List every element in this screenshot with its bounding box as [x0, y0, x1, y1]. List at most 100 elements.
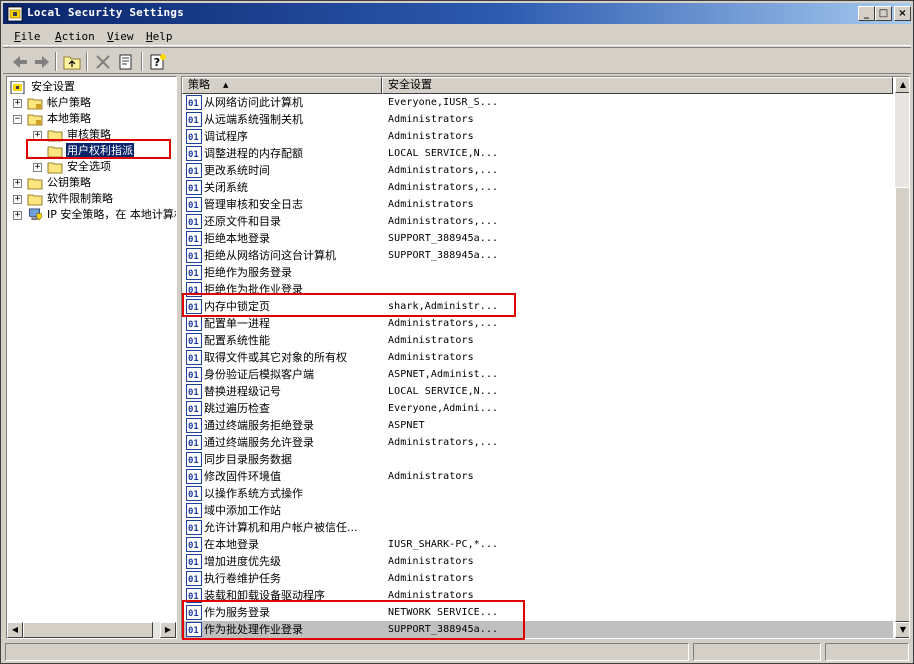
column-header-policy[interactable]: 策略 ▲: [182, 77, 382, 94]
expand-icon[interactable]: +: [33, 163, 42, 172]
column-header-setting[interactable]: 安全设置: [382, 77, 893, 94]
policy-name: 替换进程级记号: [204, 385, 281, 398]
policy-name: 执行卷维护任务: [204, 572, 281, 585]
policy-icon: 01: [186, 163, 202, 178]
policy-name: 从网络访问此计算机: [204, 96, 303, 109]
delete-icon[interactable]: [92, 52, 114, 72]
folder-icon: [27, 194, 43, 206]
scroll-up-button[interactable]: ▲: [895, 77, 909, 93]
scroll-left-button[interactable]: ◀: [7, 622, 23, 638]
computer-shield-icon: [29, 208, 42, 221]
folder-icon: [27, 178, 43, 190]
table-row[interactable]: 01 拒绝从网络访问这台计算机 SUPPORT_388945a...: [182, 247, 893, 264]
help-icon[interactable]: ?: [147, 52, 169, 72]
policy-icon: 01: [186, 333, 202, 348]
column-header-label: 安全设置: [388, 78, 432, 91]
table-row[interactable]: 01 取得文件或其它对象的所有权 Administrators: [182, 349, 893, 366]
policy-name: 管理审核和安全日志: [204, 198, 303, 211]
expand-icon[interactable]: +: [13, 211, 22, 220]
svg-text:01: 01: [188, 473, 199, 483]
minimize-button[interactable]: _: [858, 6, 875, 21]
policy-name: 调试程序: [204, 130, 248, 143]
security-setting: Administrators: [388, 335, 474, 346]
policy-icon: 01: [186, 537, 202, 552]
policy-name: 通过终端服务允许登录: [204, 436, 314, 449]
scroll-right-button[interactable]: ▶: [160, 622, 176, 638]
menu-view[interactable]: View: [107, 30, 134, 43]
table-row[interactable]: 01 以操作系统方式操作: [182, 485, 893, 502]
scroll-down-button[interactable]: ▼: [895, 622, 909, 638]
maximize-button[interactable]: □: [875, 6, 892, 21]
properties-icon[interactable]: [115, 52, 137, 72]
forward-arrow-icon[interactable]: [31, 52, 53, 72]
table-row[interactable]: 01 通过终端服务拒绝登录 ASPNET: [182, 417, 893, 434]
table-row[interactable]: 01 拒绝作为服务登录: [182, 264, 893, 281]
svg-text:01: 01: [188, 439, 199, 449]
menu-action[interactable]: Action: [55, 30, 95, 43]
svg-text:01: 01: [188, 201, 199, 211]
table-row[interactable]: 01 管理审核和安全日志 Administrators: [182, 196, 893, 213]
svg-text:01: 01: [188, 405, 199, 415]
svg-text:01: 01: [188, 354, 199, 364]
table-row[interactable]: 01 替换进程级记号 LOCAL SERVICE,N...: [182, 383, 893, 400]
table-row[interactable]: 01 通过终端服务允许登录 Administrators,...: [182, 434, 893, 451]
tree-pane[interactable]: 安全设置 + 帐户策略 − 本地策略 + 审核策略 用户权利指派 + 安全选项: [6, 76, 177, 639]
expand-icon[interactable]: +: [13, 99, 22, 108]
policy-name: 通过终端服务拒绝登录: [204, 419, 314, 432]
security-setting: ASPNET: [388, 420, 425, 431]
table-row[interactable]: 01 修改固件环境值 Administrators: [182, 468, 893, 485]
status-bar: [3, 642, 911, 662]
back-arrow-icon[interactable]: [9, 52, 31, 72]
scroll-thumb[interactable]: [23, 622, 153, 638]
close-button[interactable]: ×: [894, 6, 911, 21]
table-row[interactable]: 01 配置系统性能 Administrators: [182, 332, 893, 349]
security-setting: LOCAL SERVICE,N...: [388, 386, 499, 397]
tree-horizontal-scrollbar[interactable]: ◀ ▶: [7, 622, 176, 638]
scroll-thumb[interactable]: [895, 187, 909, 622]
policy-name: 取得文件或其它对象的所有权: [204, 351, 347, 364]
table-row[interactable]: 01 在本地登录 IUSR_SHARK-PC,*...: [182, 536, 893, 553]
table-row[interactable]: 01 同步目录服务数据: [182, 451, 893, 468]
policy-icon: 01: [186, 367, 202, 382]
tree-label: 公钥策略: [47, 176, 91, 189]
table-row[interactable]: 01 身份验证后模拟客户端 ASPNET,Administ...: [182, 366, 893, 383]
svg-text:01: 01: [188, 524, 199, 534]
menu-file[interactable]: File: [14, 30, 41, 43]
table-row[interactable]: 01 调整进程的内存配额 LOCAL SERVICE,N...: [182, 145, 893, 162]
policy-list-pane[interactable]: 策略 ▲ 安全设置 01 从网络访问此计算机 Everyone,IUSR_S... 0…: [181, 76, 910, 639]
svg-text:01: 01: [188, 218, 199, 228]
status-cell: [693, 643, 821, 661]
menu-help[interactable]: Help: [146, 30, 173, 43]
vertical-scrollbar[interactable]: ▲ ▼: [895, 77, 909, 638]
up-folder-icon[interactable]: [61, 52, 83, 72]
table-row[interactable]: 01 更改系统时间 Administrators,...: [182, 162, 893, 179]
window-title: Local Security Settings: [27, 6, 184, 19]
collapse-icon[interactable]: −: [13, 115, 22, 124]
table-row[interactable]: 01 执行卷维护任务 Administrators: [182, 570, 893, 587]
security-setting: ASPNET,Administ...: [388, 369, 499, 380]
table-row[interactable]: 01 域中添加工作站: [182, 502, 893, 519]
table-row[interactable]: 01 拒绝本地登录 SUPPORT_388945a...: [182, 230, 893, 247]
security-settings-icon: [10, 81, 25, 94]
table-row[interactable]: 01 允许计算机和用户帐户被信任...: [182, 519, 893, 536]
expand-icon[interactable]: +: [13, 195, 22, 204]
svg-text:01: 01: [188, 490, 199, 500]
toolbar: ?: [3, 47, 911, 74]
svg-text:?: ?: [154, 56, 160, 69]
policy-name: 调整进程的内存配额: [204, 147, 303, 160]
title-bar[interactable]: Local Security Settings _ □ ×: [3, 3, 911, 24]
table-row[interactable]: 01 从网络访问此计算机 Everyone,IUSR_S...: [182, 94, 893, 111]
table-row[interactable]: 01 调试程序 Administrators: [182, 128, 893, 145]
svg-text:01: 01: [188, 320, 199, 330]
policy-name: 拒绝从网络访问这台计算机: [204, 249, 336, 262]
table-row[interactable]: 01 跳过遍历检查 Everyone,Admini...: [182, 400, 893, 417]
highlight-box: [182, 600, 525, 640]
table-row[interactable]: 01 配置单一进程 Administrators,...: [182, 315, 893, 332]
table-row[interactable]: 01 增加进度优先级 Administrators: [182, 553, 893, 570]
table-row[interactable]: 01 关闭系统 Administrators,...: [182, 179, 893, 196]
policy-icon: 01: [186, 384, 202, 399]
table-row[interactable]: 01 从远端系统强制关机 Administrators: [182, 111, 893, 128]
expand-icon[interactable]: +: [13, 179, 22, 188]
sort-ascending-icon: ▲: [223, 81, 229, 89]
table-row[interactable]: 01 还原文件和目录 Administrators,...: [182, 213, 893, 230]
